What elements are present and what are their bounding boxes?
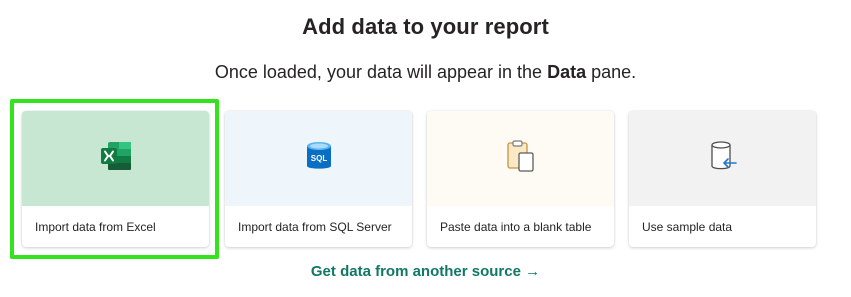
page-subtitle: Once loaded, your data will appear in th… bbox=[0, 62, 851, 83]
import-excel-card[interactable]: Import data from Excel bbox=[22, 111, 209, 247]
subtitle-data-pane-bold: Data bbox=[547, 62, 587, 82]
svg-text:SQL: SQL bbox=[310, 154, 327, 163]
use-sample-data-card[interactable]: Use sample data bbox=[629, 111, 816, 247]
get-data-other-source-link[interactable]: Get data from another source → bbox=[0, 263, 851, 280]
clipboard-paste-icon bbox=[505, 139, 537, 178]
paste-blank-table-label: Paste data into a blank table bbox=[440, 220, 592, 234]
subtitle-text-before: Once loaded, your data will appear in th… bbox=[214, 62, 548, 82]
excel-icon bbox=[99, 139, 133, 178]
subtitle-text-after: pane. bbox=[586, 62, 637, 82]
paste-blank-table-card[interactable]: Paste data into a blank table bbox=[427, 111, 614, 247]
import-excel-card-header bbox=[22, 111, 209, 206]
import-excel-label: Import data from Excel bbox=[35, 220, 156, 234]
page-title: Add data to your report bbox=[302, 14, 549, 39]
paste-blank-table-card-header bbox=[427, 111, 614, 206]
import-sql-server-card-header: SQL bbox=[225, 111, 412, 206]
import-sql-server-card[interactable]: SQL Import data from SQL Server bbox=[225, 111, 412, 247]
database-arrow-icon bbox=[707, 139, 739, 178]
use-sample-data-label: Use sample data bbox=[642, 220, 733, 234]
import-sql-server-label: Import data from SQL Server bbox=[238, 220, 392, 234]
use-sample-data-card-header bbox=[629, 111, 816, 206]
sql-server-icon: SQL bbox=[305, 140, 333, 177]
